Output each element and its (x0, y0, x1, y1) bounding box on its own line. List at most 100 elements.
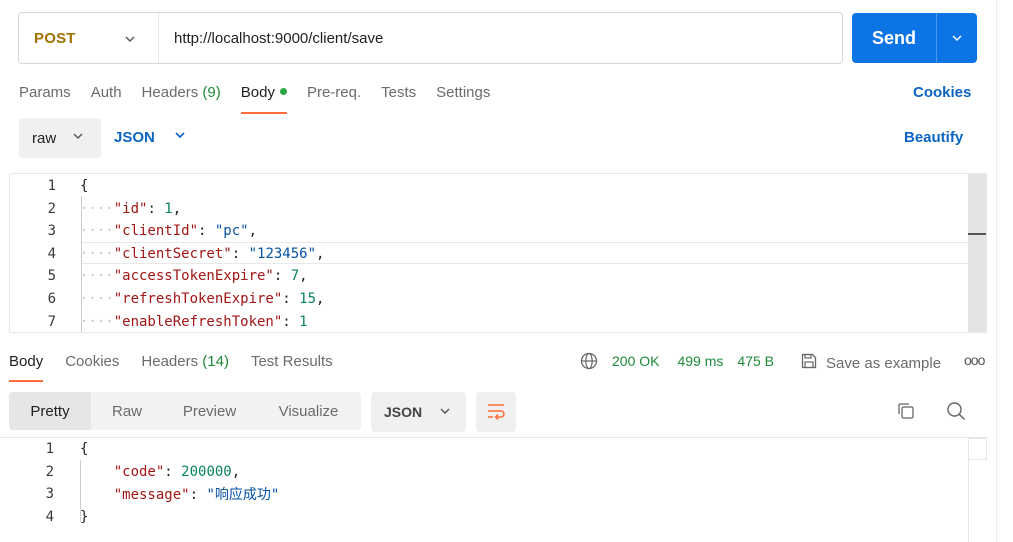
indent-dots: ···· (80, 268, 114, 285)
beautify-link[interactable]: Beautify (904, 129, 963, 146)
json-value: 1 (299, 313, 308, 330)
send-label: Send (871, 27, 916, 48)
code-text: "message": "响应成功" (80, 484, 280, 504)
json-comma: , (316, 245, 325, 262)
response-tab-body[interactable]: Body (9, 353, 44, 382)
window-edge (996, 0, 997, 542)
tab-count: (14) (202, 353, 229, 370)
body-language-select[interactable]: JSON (114, 128, 187, 146)
line-number: 3 (45, 486, 54, 503)
body-mode-label: raw (32, 129, 57, 147)
method-select[interactable]: POST (19, 13, 159, 63)
save-as-example-label: Save as example (826, 354, 942, 372)
response-time[interactable]: 499 ms (677, 353, 723, 369)
line-number: 4 (47, 245, 56, 262)
json-colon: : (282, 291, 300, 307)
search-icon[interactable] (946, 401, 966, 424)
json-key: "clientSecret" (113, 245, 232, 262)
line-number: 5 (47, 268, 56, 285)
code-text: ····"id": 1, (80, 201, 181, 217)
view-pretty[interactable]: Pretty (9, 392, 91, 430)
code-text: } (80, 509, 88, 525)
view-preview[interactable]: Preview (163, 392, 256, 430)
tab-body[interactable]: Body (240, 84, 288, 114)
tab-label: Params (19, 84, 71, 101)
code-text: { (80, 178, 88, 194)
code-line: 1{ (10, 175, 89, 197)
json-colon: : (198, 223, 215, 240)
tab-label: Pre-req. (306, 84, 362, 101)
tab-label: Body (240, 84, 275, 101)
json-brace: } (80, 508, 89, 525)
body-mode-select[interactable]: raw (19, 118, 101, 158)
tab-label: Settings (436, 84, 491, 101)
response-tab-cookies[interactable]: Cookies (65, 353, 119, 370)
json-comma: , (231, 463, 241, 480)
more-icon[interactable]: ooo (964, 352, 985, 368)
json-key: "enableRefreshToken" (113, 313, 283, 330)
response-size[interactable]: 475 B (737, 353, 774, 369)
cookies-link[interactable]: Cookies (913, 84, 971, 101)
request-tabs: Params Auth Headers (9) Body Pre-req. Te… (19, 84, 510, 114)
send-button[interactable]: Send (852, 13, 977, 63)
indent-dots: ···· (80, 200, 114, 217)
code-text: { (80, 441, 88, 457)
json-value: "响应成功" (206, 487, 280, 504)
json-value: 15 (299, 291, 317, 307)
tab-label: Body (9, 353, 44, 370)
json-value: 7 (290, 268, 300, 285)
code-text: ····"accessTokenExpire": 7, (80, 268, 308, 284)
view-visualize[interactable]: Visualize (256, 392, 361, 430)
globe-icon[interactable] (580, 352, 598, 370)
json-value: 200000 (181, 463, 232, 480)
tab-params[interactable]: Params (19, 84, 71, 114)
scrollbar-position-marker (968, 233, 986, 235)
tab-settings[interactable]: Settings (436, 84, 490, 114)
json-colon: : (282, 313, 300, 330)
response-body-viewer[interactable]: 1{2 "code": 200000, 3 "message": "响应成功" 4} (0, 437, 987, 542)
code-text: ····"clientSecret": "123456", (80, 246, 324, 262)
tab-headers[interactable]: Headers (9) (142, 84, 221, 114)
line-number: 1 (47, 178, 56, 194)
json-colon: : (189, 487, 207, 504)
tab-auth[interactable]: Auth (91, 84, 122, 114)
json-key: "clientId" (113, 223, 199, 240)
response-status: 200 OK 499 ms 475 B (580, 352, 774, 370)
tab-label: Headers (141, 353, 199, 370)
code-line: 7 ····"enableRefreshToken": 1 (10, 311, 308, 332)
line-number: 2 (47, 200, 56, 217)
copy-icon[interactable] (896, 401, 916, 424)
line-number: 3 (47, 223, 56, 240)
json-colon: : (164, 463, 182, 480)
url-input[interactable] (159, 13, 842, 63)
indent-dots: ···· (80, 291, 114, 307)
green-dot-icon (279, 87, 287, 95)
send-options-chevron-icon[interactable] (937, 31, 977, 45)
request-body-editor[interactable]: 1{2 ····"id": 1, 3 ····"clientId": "pc", 4 ··… (9, 173, 987, 333)
indent-dots: ···· (80, 223, 114, 240)
code-text: ····"enableRefreshToken": 1 (80, 314, 308, 330)
save-as-example-button[interactable]: Save as example (800, 352, 941, 374)
response-tab-headers[interactable]: Headers (14) (141, 353, 229, 370)
code-line: 3 "message": "响应成功" (0, 483, 280, 505)
line-number: 6 (47, 291, 56, 307)
line-number: 2 (45, 463, 54, 480)
response-format-select[interactable]: JSON (371, 392, 466, 432)
json-key: "code" (113, 463, 165, 480)
status-code[interactable]: 200 OK (612, 353, 659, 369)
editor-scrollbar[interactable] (968, 174, 986, 332)
wrap-lines-button[interactable] (476, 392, 516, 432)
json-key: "accessTokenExpire" (113, 268, 274, 285)
code-line: 6 ····"refreshTokenExpire": 15, (10, 288, 325, 310)
json-comma: , (172, 200, 182, 217)
response-tab-test-results[interactable]: Test Results (251, 353, 333, 370)
tab-tests[interactable]: Tests (381, 84, 416, 114)
json-colon: : (273, 268, 291, 285)
json-key: "message" (113, 487, 190, 504)
method-label: POST (34, 29, 76, 47)
view-raw[interactable]: Raw (91, 392, 163, 430)
tab-pre-request[interactable]: Pre-req. (307, 84, 361, 114)
code-line: 4 ····"clientSecret": "123456", (10, 243, 325, 265)
code-line: 1{ (0, 438, 89, 460)
